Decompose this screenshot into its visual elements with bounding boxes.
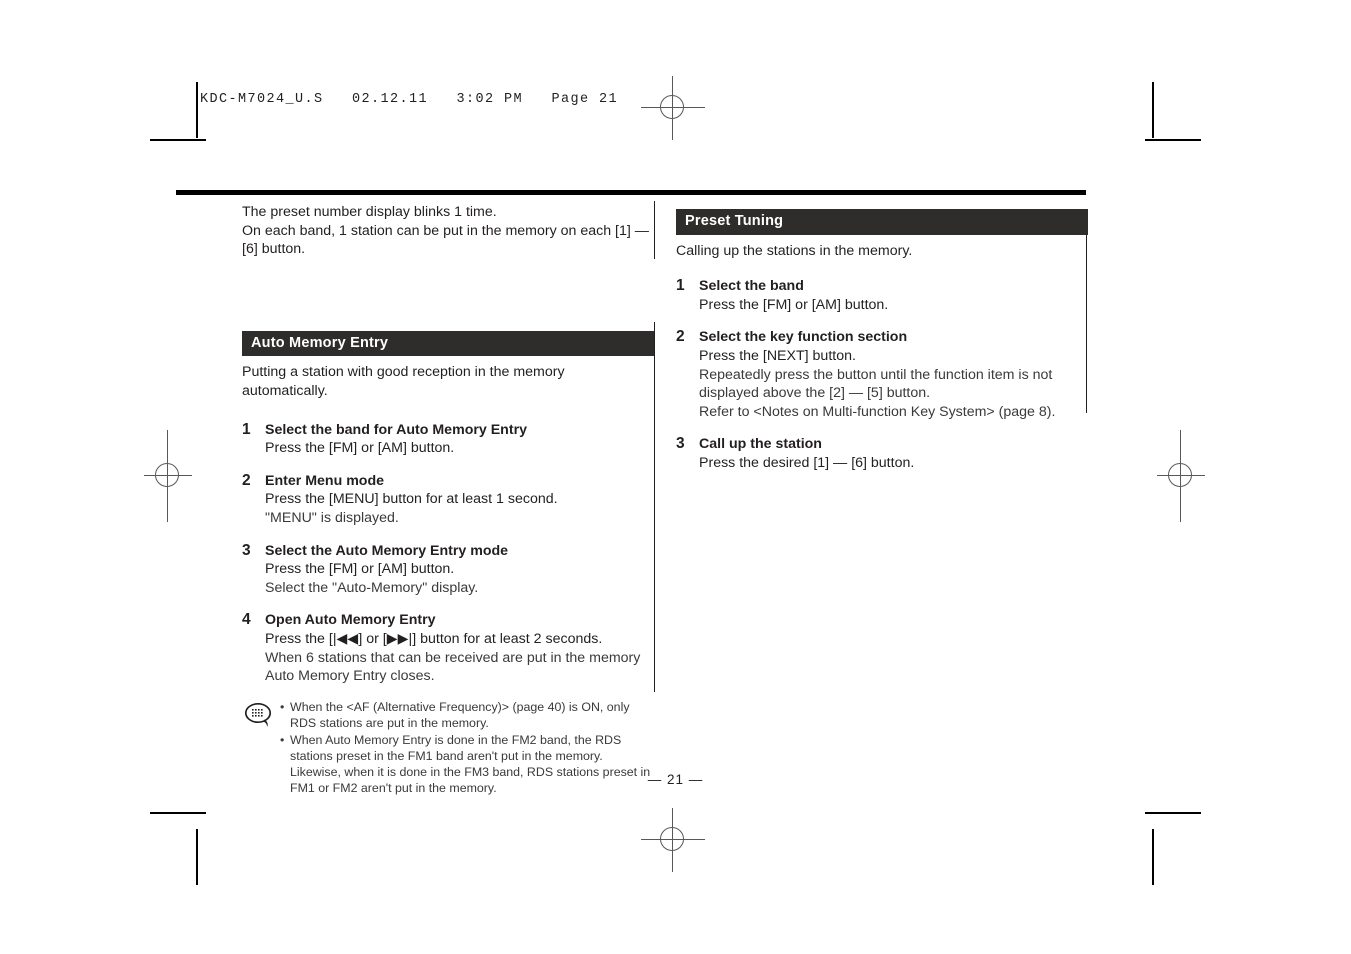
registration-mark-bottom-center xyxy=(641,808,705,872)
file-header-text: KDC-M7024_U.S 02.12.11 3:02 PM Page 21 xyxy=(200,92,619,107)
step-line: When 6 stations that can be received are… xyxy=(265,649,641,666)
step-line: Press the [MENU] button for at least 1 s… xyxy=(265,491,558,508)
note-bullet-item: • When Auto Memory Entry is done in the … xyxy=(280,733,654,796)
step-item: 4 Open Auto Memory Entry Press the [|◀◀]… xyxy=(242,611,654,685)
step-number: 3 xyxy=(242,541,251,559)
step-line: Press the desired [1] — [6] button. xyxy=(699,455,915,472)
crop-mark-top-right-vertical xyxy=(1152,82,1154,138)
crop-mark-bottom-left-vertical xyxy=(196,829,198,885)
registration-mark-top-center xyxy=(641,76,705,140)
step-line: Press the [|◀◀] or [▶▶|] button for at l… xyxy=(265,630,603,647)
step-line: displayed above the [2] — [5] button. xyxy=(699,385,931,402)
step-line: Press the [FM] or [AM] button. xyxy=(699,296,889,313)
step-line: Select the "Auto-Memory" display. xyxy=(265,579,479,596)
step-line: Press the [NEXT] button. xyxy=(699,348,856,365)
step-title: Call up the station xyxy=(699,436,822,453)
step-number: 2 xyxy=(676,328,685,346)
step-title: Enter Menu mode xyxy=(265,472,385,489)
intro-line: The preset number display blinks 1 time. xyxy=(242,204,497,220)
description-line: Calling up the stations in the memory. xyxy=(676,242,913,259)
bullet-icon: • xyxy=(280,699,285,714)
step-line: Press the [FM] or [AM] button. xyxy=(265,561,455,578)
page-number: — 21 — xyxy=(647,772,704,787)
section-description: Putting a station with good reception in… xyxy=(242,363,654,400)
step-item: 2 Enter Menu mode Press the [MENU] butto… xyxy=(242,472,654,528)
page-top-rule xyxy=(176,190,1086,195)
crop-mark-top-left-vertical xyxy=(196,82,198,138)
description-line: automatically. xyxy=(242,383,328,400)
step-line: Repeatedly press the button until the fu… xyxy=(699,366,1053,383)
intro-paragraph: The preset number display blinks 1 time.… xyxy=(242,203,654,259)
step-title: Select the Auto Memory Entry mode xyxy=(265,542,509,559)
step-title: Select the key function section xyxy=(699,329,908,346)
left-column-intro-rule xyxy=(654,201,655,259)
left-column: The preset number display blinks 1 time.… xyxy=(242,203,654,799)
step-item: 2 Select the key function section Press … xyxy=(676,328,1088,421)
section-title-preset-tuning: Preset Tuning xyxy=(676,209,1088,235)
page-canvas: KDC-M7024_U.S 02.12.11 3:02 PM Page 21 T… xyxy=(0,0,1351,954)
step-title: Open Auto Memory Entry xyxy=(265,612,436,629)
section-title-auto-memory-entry: Auto Memory Entry xyxy=(242,330,654,357)
crop-mark-top-right-horizontal xyxy=(1145,139,1201,141)
note-bullet-text: When the <AF (Alternative Frequency)> (p… xyxy=(290,699,630,730)
crop-mark-top-left-horizontal xyxy=(150,139,206,141)
right-column: Preset Tuning Calling up the stations in… xyxy=(676,209,1088,473)
intro-line: [6] button. xyxy=(242,241,306,258)
registration-mark-right-middle xyxy=(1149,430,1213,522)
step-title: Select the band xyxy=(699,278,804,295)
note-bullet-item: • When the <AF (Alternative Frequency)> … xyxy=(280,700,654,732)
step-item: 1 Select the band Press the [FM] or [AM]… xyxy=(676,277,1088,314)
bullet-icon: • xyxy=(280,733,285,748)
speech-bubble-note-icon xyxy=(244,701,274,729)
step-item: 1 Select the band for Auto Memory Entry … xyxy=(242,421,654,458)
step-number: 3 xyxy=(676,435,685,453)
step-item: 3 Call up the station Press the desired … xyxy=(676,435,1088,472)
step-number: 1 xyxy=(676,277,685,295)
step-line: Press the [FM] or [AM] button. xyxy=(265,440,455,457)
crop-mark-bottom-left-horizontal xyxy=(150,812,206,814)
description-line: Putting a station with good reception in… xyxy=(242,364,565,381)
step-item: 3 Select the Auto Memory Entry mode Pres… xyxy=(242,542,654,598)
registration-mark-left-middle xyxy=(136,430,200,522)
step-number: 4 xyxy=(242,611,251,629)
crop-mark-bottom-right-horizontal xyxy=(1145,812,1201,814)
intro-line: On each band, 1 station can be put in th… xyxy=(242,222,649,239)
step-number: 1 xyxy=(242,420,251,438)
step-line: "MENU" is displayed. xyxy=(265,510,399,527)
left-column-section-rule xyxy=(654,322,655,692)
section-description: Calling up the stations in the memory. xyxy=(676,242,1088,261)
step-line: Refer to <Notes on Multi-function Key Sy… xyxy=(699,403,1056,420)
step-number: 2 xyxy=(242,471,251,489)
crop-mark-bottom-right-vertical xyxy=(1152,829,1154,885)
step-title: Select the band for Auto Memory Entry xyxy=(265,421,527,438)
step-line: Auto Memory Entry closes. xyxy=(265,668,435,685)
